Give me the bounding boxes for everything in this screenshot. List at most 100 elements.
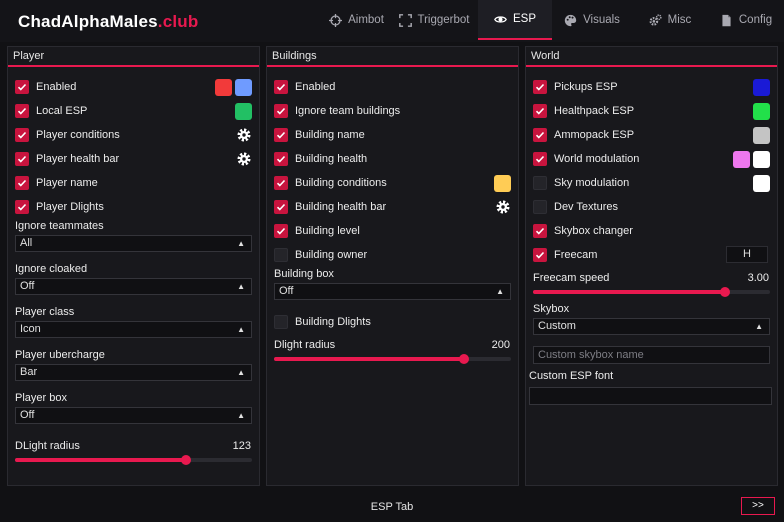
color-swatch-white[interactable] — [753, 174, 770, 192]
checkbox[interactable] — [274, 152, 288, 166]
header: ChadAlphaMales.club Aimbot Triggerbot ES… — [0, 0, 784, 42]
sky-modulation-row[interactable]: Sky modulation — [533, 174, 770, 192]
checkbox[interactable] — [533, 104, 547, 118]
checkbox[interactable] — [15, 200, 29, 214]
checkbox[interactable] — [274, 104, 288, 118]
slider-handle[interactable] — [719, 287, 730, 297]
checkbox[interactable] — [533, 224, 547, 238]
color-swatch-blue[interactable] — [753, 78, 770, 96]
color-swatch-green[interactable] — [753, 102, 770, 120]
building-health-bar-row[interactable]: Building health bar — [274, 198, 511, 216]
check-icon — [535, 155, 545, 163]
ignore-cloaked-select[interactable]: Off ▲ — [15, 278, 252, 295]
pickups-esp-row[interactable]: Pickups ESP — [533, 78, 770, 96]
building-box-select[interactable]: Off ▲ — [274, 283, 511, 300]
player-box-select[interactable]: Off ▲ — [15, 407, 252, 424]
gear-icon[interactable] — [495, 199, 511, 215]
checkbox[interactable] — [533, 128, 547, 142]
checkbox[interactable] — [15, 128, 29, 142]
player-ubercharge-select[interactable]: Bar ▲ — [15, 364, 252, 381]
checkbox[interactable] — [274, 80, 288, 94]
checkbox[interactable] — [274, 200, 288, 214]
check-icon — [17, 179, 27, 187]
checkbox[interactable] — [533, 200, 547, 214]
freecam-row[interactable]: Freecam H — [533, 246, 770, 264]
file-icon — [722, 14, 731, 26]
dlight-radius-slider[interactable] — [15, 455, 252, 465]
building-conditions-row[interactable]: Building conditions — [274, 174, 511, 192]
player-dlights-row[interactable]: Player Dlights — [15, 198, 252, 216]
check-icon — [276, 107, 286, 115]
ignore-teammates-select[interactable]: All ▲ — [15, 235, 252, 252]
tab-misc[interactable]: Misc — [632, 0, 708, 40]
ammopack-esp-row[interactable]: Ammopack ESP — [533, 126, 770, 144]
skybox-select[interactable]: Custom ▲ — [533, 318, 770, 335]
checkbox[interactable] — [274, 128, 288, 142]
color-swatch-gray[interactable] — [753, 126, 770, 144]
player-conditions-row[interactable]: Player conditions — [15, 126, 252, 144]
tab-bar: Aimbot Triggerbot ESP Visuals Misc Confi… — [323, 0, 784, 40]
tab-visuals[interactable]: Visuals — [552, 0, 632, 40]
target-frame-icon — [398, 13, 412, 27]
next-page-button[interactable]: >> — [741, 497, 775, 515]
tab-triggerbot[interactable]: Triggerbot — [390, 0, 478, 40]
player-box-label: Player box — [15, 392, 67, 404]
checkbox[interactable] — [15, 80, 29, 94]
ignore-team-buildings-row[interactable]: Ignore team buildings — [274, 102, 511, 120]
skybox-label: Skybox — [533, 303, 570, 315]
tab-config[interactable]: Config — [708, 0, 784, 40]
tab-esp[interactable]: ESP — [478, 0, 552, 40]
gear-icon[interactable] — [236, 151, 252, 167]
checkbox[interactable] — [274, 315, 288, 329]
brand-logo: ChadAlphaMales.club — [18, 12, 199, 31]
building-dlights-row[interactable]: Building Dlights — [274, 313, 511, 331]
checkbox[interactable] — [15, 152, 29, 166]
healthpack-esp-row[interactable]: Healthpack ESP — [533, 102, 770, 120]
color-swatch-blue[interactable] — [235, 78, 252, 96]
checkbox[interactable] — [274, 176, 288, 190]
dropdown-arrow-icon: ▲ — [237, 239, 245, 248]
checkbox[interactable] — [533, 80, 547, 94]
building-dlight-radius-slider[interactable] — [274, 354, 511, 364]
dev-textures-row[interactable]: Dev Textures — [533, 198, 770, 216]
dropdown-arrow-icon: ▲ — [237, 282, 245, 291]
color-swatch-yellow[interactable] — [494, 174, 511, 192]
checkbox[interactable] — [533, 152, 547, 166]
color-swatch-pink[interactable] — [733, 150, 750, 168]
eye-icon — [494, 15, 507, 23]
color-swatch-red[interactable] — [215, 78, 232, 96]
building-health-row[interactable]: Building health — [274, 150, 511, 168]
checkbox[interactable] — [15, 176, 29, 190]
checkbox[interactable] — [274, 224, 288, 238]
player-health-bar-row[interactable]: Player health bar — [15, 150, 252, 168]
player-class-select[interactable]: Icon ▲ — [15, 321, 252, 338]
player-local-esp-row[interactable]: Local ESP — [15, 102, 252, 120]
dlight-radius-label: DLight radius — [15, 440, 80, 452]
check-icon — [276, 203, 286, 211]
checkbox[interactable] — [533, 248, 547, 262]
tab-aimbot[interactable]: Aimbot — [323, 0, 390, 40]
freecam-keybind[interactable]: H — [726, 246, 768, 263]
freecam-speed-slider[interactable] — [533, 287, 770, 297]
skybox-changer-row[interactable]: Skybox changer — [533, 222, 770, 240]
color-swatch-white[interactable] — [753, 150, 770, 168]
custom-esp-font-input[interactable] — [529, 387, 772, 405]
slider-handle[interactable] — [458, 354, 469, 364]
check-icon — [276, 155, 286, 163]
gear-icon[interactable] — [236, 127, 252, 143]
custom-skybox-name-input[interactable]: Custom skybox name — [533, 346, 770, 364]
checkbox[interactable] — [15, 104, 29, 118]
building-owner-row[interactable]: Building owner — [274, 246, 511, 264]
building-level-row[interactable]: Building level — [274, 222, 511, 240]
checkbox[interactable] — [274, 248, 288, 262]
player-enabled-row[interactable]: Enabled — [15, 78, 252, 96]
building-name-row[interactable]: Building name — [274, 126, 511, 144]
building-enabled-row[interactable]: Enabled — [274, 78, 511, 96]
player-name-row[interactable]: Player name — [15, 174, 252, 192]
slider-handle[interactable] — [180, 455, 191, 465]
color-swatch-green[interactable] — [235, 102, 252, 120]
ignore-teammates-label: Ignore teammates — [15, 220, 104, 232]
checkbox[interactable] — [533, 176, 547, 190]
dropdown-arrow-icon: ▲ — [496, 287, 504, 296]
world-modulation-row[interactable]: World modulation — [533, 150, 770, 168]
